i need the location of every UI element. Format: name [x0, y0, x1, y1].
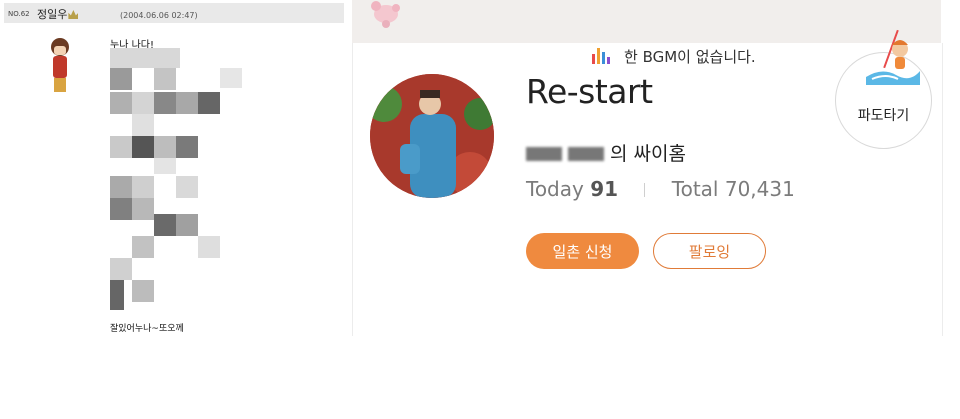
wave-surf-button[interactable]: 파도타기	[835, 29, 932, 149]
guestbook-header: NO.62 정일우 (2004.06.06 02:47)	[4, 3, 344, 23]
today-count: 91	[590, 177, 619, 201]
ilchon-request-button[interactable]: 일촌 신청	[526, 233, 639, 269]
today-label: Today	[526, 177, 584, 201]
follow-button[interactable]: 팔로잉	[653, 233, 766, 269]
top-banner	[352, 0, 941, 43]
visitor-stats: Today 91 Total 70,431	[526, 177, 795, 201]
stats-divider	[644, 183, 646, 197]
surfer-illustration	[866, 29, 920, 85]
profile-photo[interactable]	[370, 74, 494, 198]
total-label: Total	[671, 177, 719, 201]
homepage-title: Re-start	[526, 72, 653, 111]
bear-illustration	[371, 1, 400, 28]
owner-line: 의 싸이홈	[526, 139, 686, 166]
equalizer-icon	[592, 48, 612, 64]
profile-panel: 한 BGM이 없습니다. Re-start 의 싸이홈 Today 91 Tot…	[352, 0, 943, 336]
author-name[interactable]: 정일우	[37, 6, 79, 22]
message-last-line: 잘있어누나~또오께	[110, 324, 184, 334]
entry-datetime: (2004.06.06 02:47)	[120, 11, 198, 20]
blurred-name	[526, 147, 562, 161]
minime-avatar	[49, 36, 71, 96]
blurred-name	[568, 147, 604, 161]
entry-number: NO.62	[8, 10, 30, 18]
crown-icon	[68, 10, 79, 19]
guestbook-entry: NO.62 정일우 (2004.06.06 02:47) 누나 나다! 잘있어누…	[0, 0, 347, 340]
profile-photo-image	[370, 74, 494, 198]
wave-surf-label: 파도타기	[857, 108, 910, 124]
bgm-notice[interactable]: 한 BGM이 없습니다.	[592, 46, 756, 67]
total-count: 70,431	[724, 177, 795, 201]
pixelated-message	[110, 48, 250, 316]
